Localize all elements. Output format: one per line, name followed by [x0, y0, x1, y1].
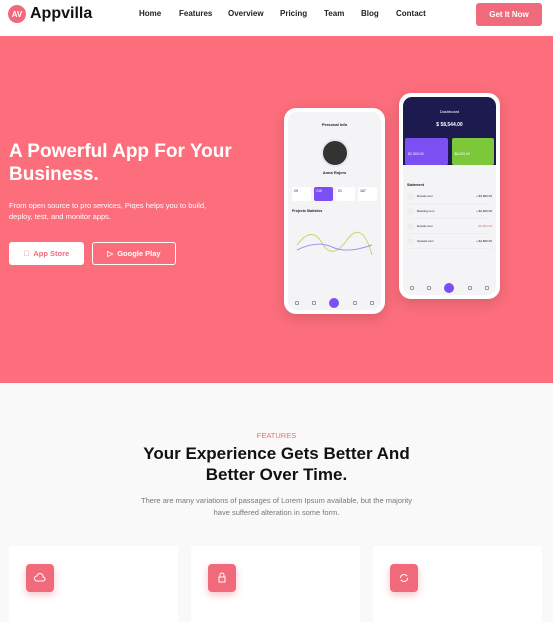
logo[interactable]: AV Appvilla [8, 5, 92, 23]
get-it-now-button[interactable]: Get It Now [476, 3, 542, 26]
play-icon: ▷ [107, 249, 114, 258]
hero-section: A Powerful App For Your Business. From o… [0, 36, 553, 383]
card-purple: $2,300.00 [405, 138, 448, 165]
google-play-label: Google Play [117, 249, 161, 258]
logo-icon: AV [8, 5, 26, 23]
card-green: $6,320.00 [451, 138, 494, 165]
feature-card [191, 546, 360, 622]
refresh-icon [390, 564, 418, 592]
features-text: There are many variations of passages of… [141, 496, 412, 517]
list-item: Envato.com + $3,800.00 [407, 189, 492, 204]
app-store-label: App Store [30, 249, 69, 258]
app-store-button[interactable]: App Store [9, 242, 84, 265]
stat-item: 29 [292, 187, 311, 201]
tab-bar [288, 296, 381, 310]
brand-name: Appvilla [30, 5, 93, 22]
features-tag: FEATURES [256, 431, 297, 440]
hero-title: A Powerful App For Your Business. [9, 141, 232, 185]
row-amount: + $2,600.00 [476, 209, 492, 213]
hero-subtitle: From open source to pro services, Piqes … [9, 201, 207, 221]
phone-mockup-profile: Personal Info Anna Rojers 29 248 21 167 … [284, 108, 385, 314]
profile-title: Personal Info [321, 122, 348, 127]
row-name: Upwork.com [417, 239, 434, 243]
stat-item: 21 [336, 187, 355, 201]
nav-team[interactable]: Team [324, 9, 344, 18]
row-name: Envato.com [417, 224, 433, 228]
row-amount: + $2,800.00 [476, 239, 492, 243]
nav-home[interactable]: Home [139, 9, 161, 18]
profile-name: Anna Rojers [322, 170, 347, 175]
stat-item: 248 [314, 187, 333, 201]
feature-card [9, 546, 178, 622]
balance: $ 58,544.00 [436, 122, 463, 128]
google-play-button[interactable]: ▷ Google Play [92, 242, 176, 265]
nav-pricing[interactable]: Pricing [280, 9, 307, 18]
list-item: Upwork.com + $2,800.00 [407, 234, 492, 249]
row-name: Envato.com [417, 194, 433, 198]
features-heading: Your Experience Gets Better And Better O… [143, 444, 410, 484]
dashboard-title: Dashboard [439, 109, 460, 114]
stat-item: 167 [358, 187, 377, 201]
row-amount: - $9,800.00 [476, 224, 492, 228]
nav-features[interactable]: Features [179, 9, 212, 18]
apple-icon:  [24, 249, 30, 258]
statistics-chart-graphic [296, 231, 373, 256]
avatar [320, 139, 349, 167]
list-item: Booking.com + $2,600.00 [407, 204, 492, 219]
tab-bar [403, 281, 496, 295]
navbar: AV Appvilla Home Features Overview Prici… [0, 0, 553, 36]
lock-icon [208, 564, 236, 592]
list-item: Envato.com - $9,800.00 [407, 219, 492, 234]
phone-mockup-dashboard: Dashboard $ 58,544.00 $2,300.00 $6,320.0… [399, 93, 500, 299]
row-name: Booking.com [417, 209, 435, 213]
statement-label: Statement [407, 183, 424, 187]
projects-statistics-label: Projects Statistics [292, 209, 323, 213]
nav-overview[interactable]: Overview [228, 9, 264, 18]
feature-card [373, 546, 542, 622]
cloud-upload-icon [26, 564, 54, 592]
row-amount: + $3,800.00 [476, 194, 492, 198]
nav-contact[interactable]: Contact [396, 9, 426, 18]
nav-blog[interactable]: Blog [361, 9, 379, 18]
